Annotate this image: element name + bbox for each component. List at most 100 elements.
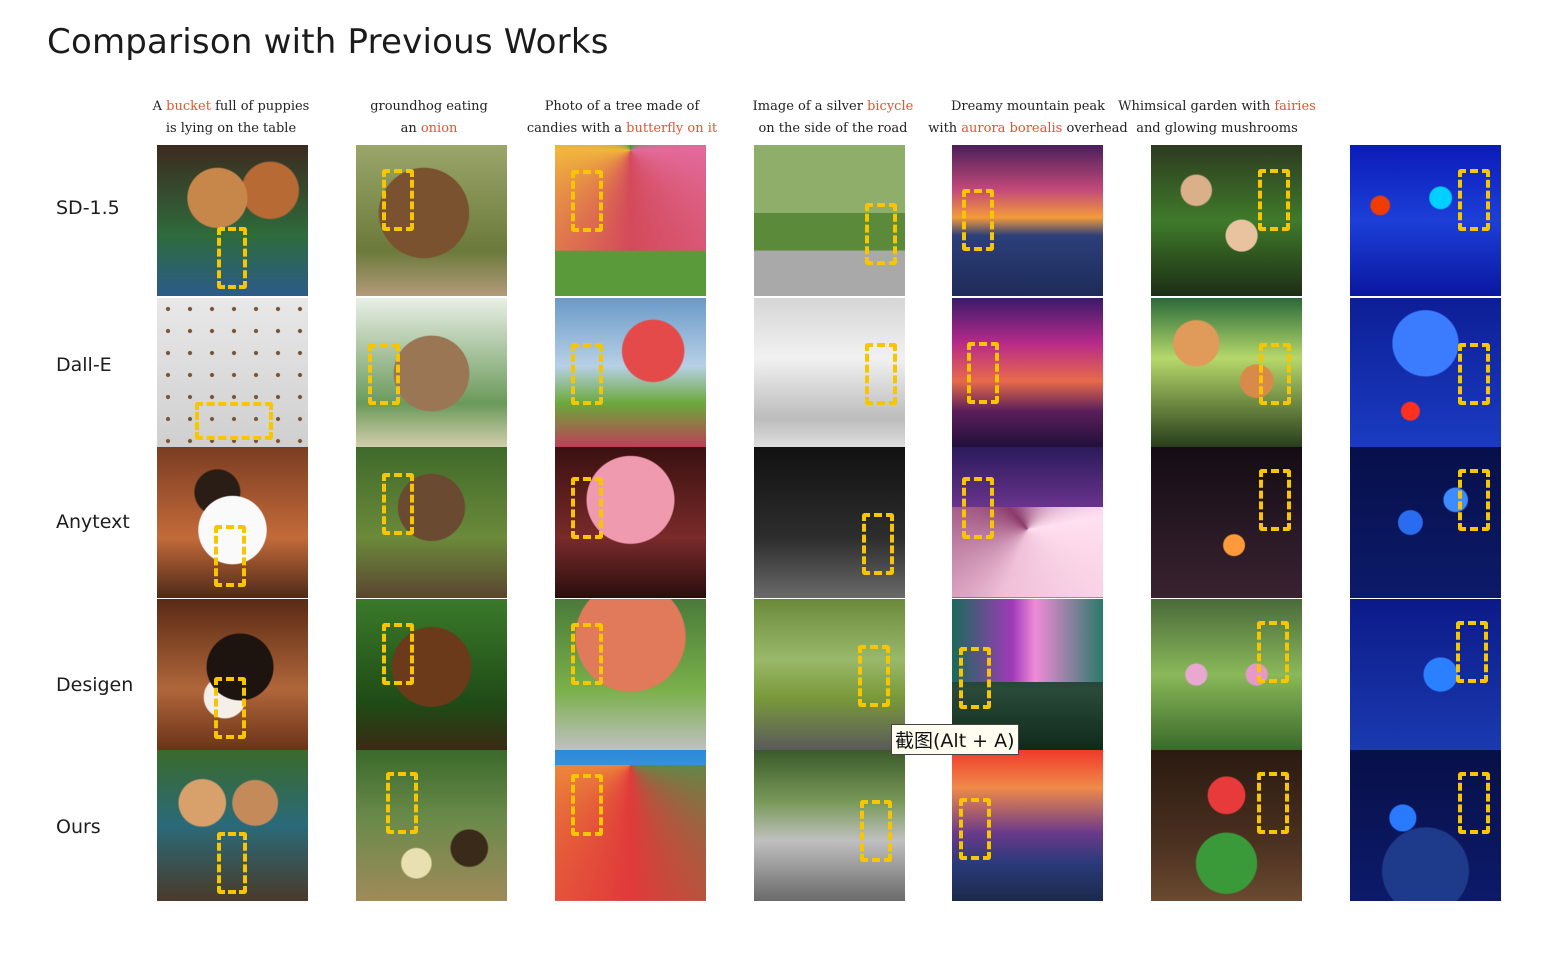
highlight-box (1458, 772, 1490, 834)
screenshot-tooltip: 截图(Alt + A) (891, 724, 1019, 755)
attention-heatmap-image (1350, 145, 1501, 296)
highlight-box (571, 623, 603, 685)
generated-image (1151, 145, 1302, 296)
highlight-box (217, 832, 247, 894)
highlight-box (1258, 169, 1290, 231)
attention-heatmap-image (1350, 750, 1501, 901)
generated-image (952, 447, 1103, 598)
caption-text: Whimsical garden with (1118, 99, 1275, 114)
highlight-box (217, 227, 247, 289)
highlight-box (865, 203, 897, 265)
generated-image (754, 750, 905, 901)
highlight-box (962, 477, 994, 539)
caption-5: Dreamy mountain peak with aurora borealis… (928, 96, 1128, 140)
generated-image (157, 447, 308, 598)
highlight-box (386, 772, 418, 834)
highlight-box (1458, 469, 1490, 531)
caption-6: Whimsical garden with fairies and glowing… (1117, 96, 1317, 140)
caption-3: Photo of a tree made of candies with a bu… (522, 96, 722, 140)
highlight-box (962, 189, 994, 251)
caption-text: groundhog eating (370, 99, 488, 114)
generated-image (356, 599, 507, 750)
row-label: Desigen (56, 674, 134, 696)
generated-image (754, 599, 905, 750)
highlight-box (1458, 169, 1490, 231)
highlight-box (195, 402, 273, 440)
attention-heatmap-image (1350, 599, 1501, 750)
generated-image (157, 750, 308, 901)
generated-image (952, 298, 1103, 449)
highlight-box (368, 343, 400, 405)
generated-image (157, 145, 308, 296)
highlight-box (214, 525, 246, 587)
generated-image (356, 750, 507, 901)
generated-image (555, 750, 706, 901)
highlight-box (571, 170, 603, 232)
generated-image (356, 447, 507, 598)
generated-image (555, 599, 706, 750)
caption-highlight: bicycle (867, 99, 914, 114)
row-label: SD-1.5 (56, 197, 120, 219)
caption-text: an (400, 121, 421, 136)
highlight-box (382, 623, 414, 685)
highlight-box (382, 473, 414, 535)
highlight-box (865, 343, 897, 405)
highlight-box (1458, 343, 1490, 405)
highlight-box (1259, 343, 1291, 405)
highlight-box (214, 677, 246, 739)
caption-text: Image of a silver (752, 99, 868, 114)
generated-image (952, 750, 1103, 901)
generated-image (356, 298, 507, 449)
highlight-box (571, 343, 603, 405)
highlight-box (571, 774, 603, 836)
highlight-box (571, 477, 603, 539)
generated-image (952, 145, 1103, 296)
caption-text: full of puppies (210, 99, 310, 114)
highlight-box (959, 798, 991, 860)
generated-image (1151, 298, 1302, 449)
highlight-box (862, 513, 894, 575)
generated-image (1151, 750, 1302, 901)
generated-image (754, 447, 905, 598)
highlight-box (1259, 469, 1291, 531)
generated-image (356, 145, 507, 296)
caption-highlight: aurora borealis (961, 121, 1063, 136)
caption-text: A (152, 99, 167, 114)
highlight-box (382, 169, 414, 231)
generated-image (555, 298, 706, 449)
caption-4: Image of a silver bicycle on the side of … (733, 96, 933, 140)
caption-text: Dreamy mountain peak (950, 99, 1106, 114)
generated-image (555, 145, 706, 296)
highlight-box (860, 800, 892, 862)
attention-heatmap-image (1350, 447, 1501, 598)
row-label: Dall-E (56, 354, 112, 376)
caption-highlight: bucket (166, 99, 211, 114)
page-title: Comparison with Previous Works (47, 22, 609, 62)
highlight-box (1257, 772, 1289, 834)
generated-image (1151, 599, 1302, 750)
caption-text: on the side of the road (758, 121, 908, 136)
caption-highlight: fairies (1274, 99, 1316, 114)
caption-text: Photo of a tree made of (544, 99, 700, 114)
caption-2: groundhog eating an onion (329, 96, 529, 140)
row-label: Ours (56, 816, 101, 838)
row-label: Anytext (56, 511, 130, 533)
generated-image (1151, 447, 1302, 598)
generated-image (754, 298, 905, 449)
caption-highlight: butterfly on it (626, 121, 718, 136)
highlight-box (967, 342, 999, 404)
attention-heatmap-image (1350, 298, 1501, 449)
highlight-box (1257, 621, 1289, 683)
highlight-box (1456, 621, 1488, 683)
generated-image (157, 298, 308, 449)
generated-image (754, 145, 905, 296)
highlight-box (858, 645, 890, 707)
highlight-box (959, 647, 991, 709)
caption-highlight: onion (420, 121, 458, 136)
caption-1: A bucket full of puppies is lying on the … (131, 96, 331, 140)
generated-image (157, 599, 308, 750)
caption-text: candies with a (526, 121, 627, 136)
generated-image (555, 447, 706, 598)
caption-text: is lying on the table (165, 121, 297, 136)
caption-text: with (928, 121, 962, 136)
